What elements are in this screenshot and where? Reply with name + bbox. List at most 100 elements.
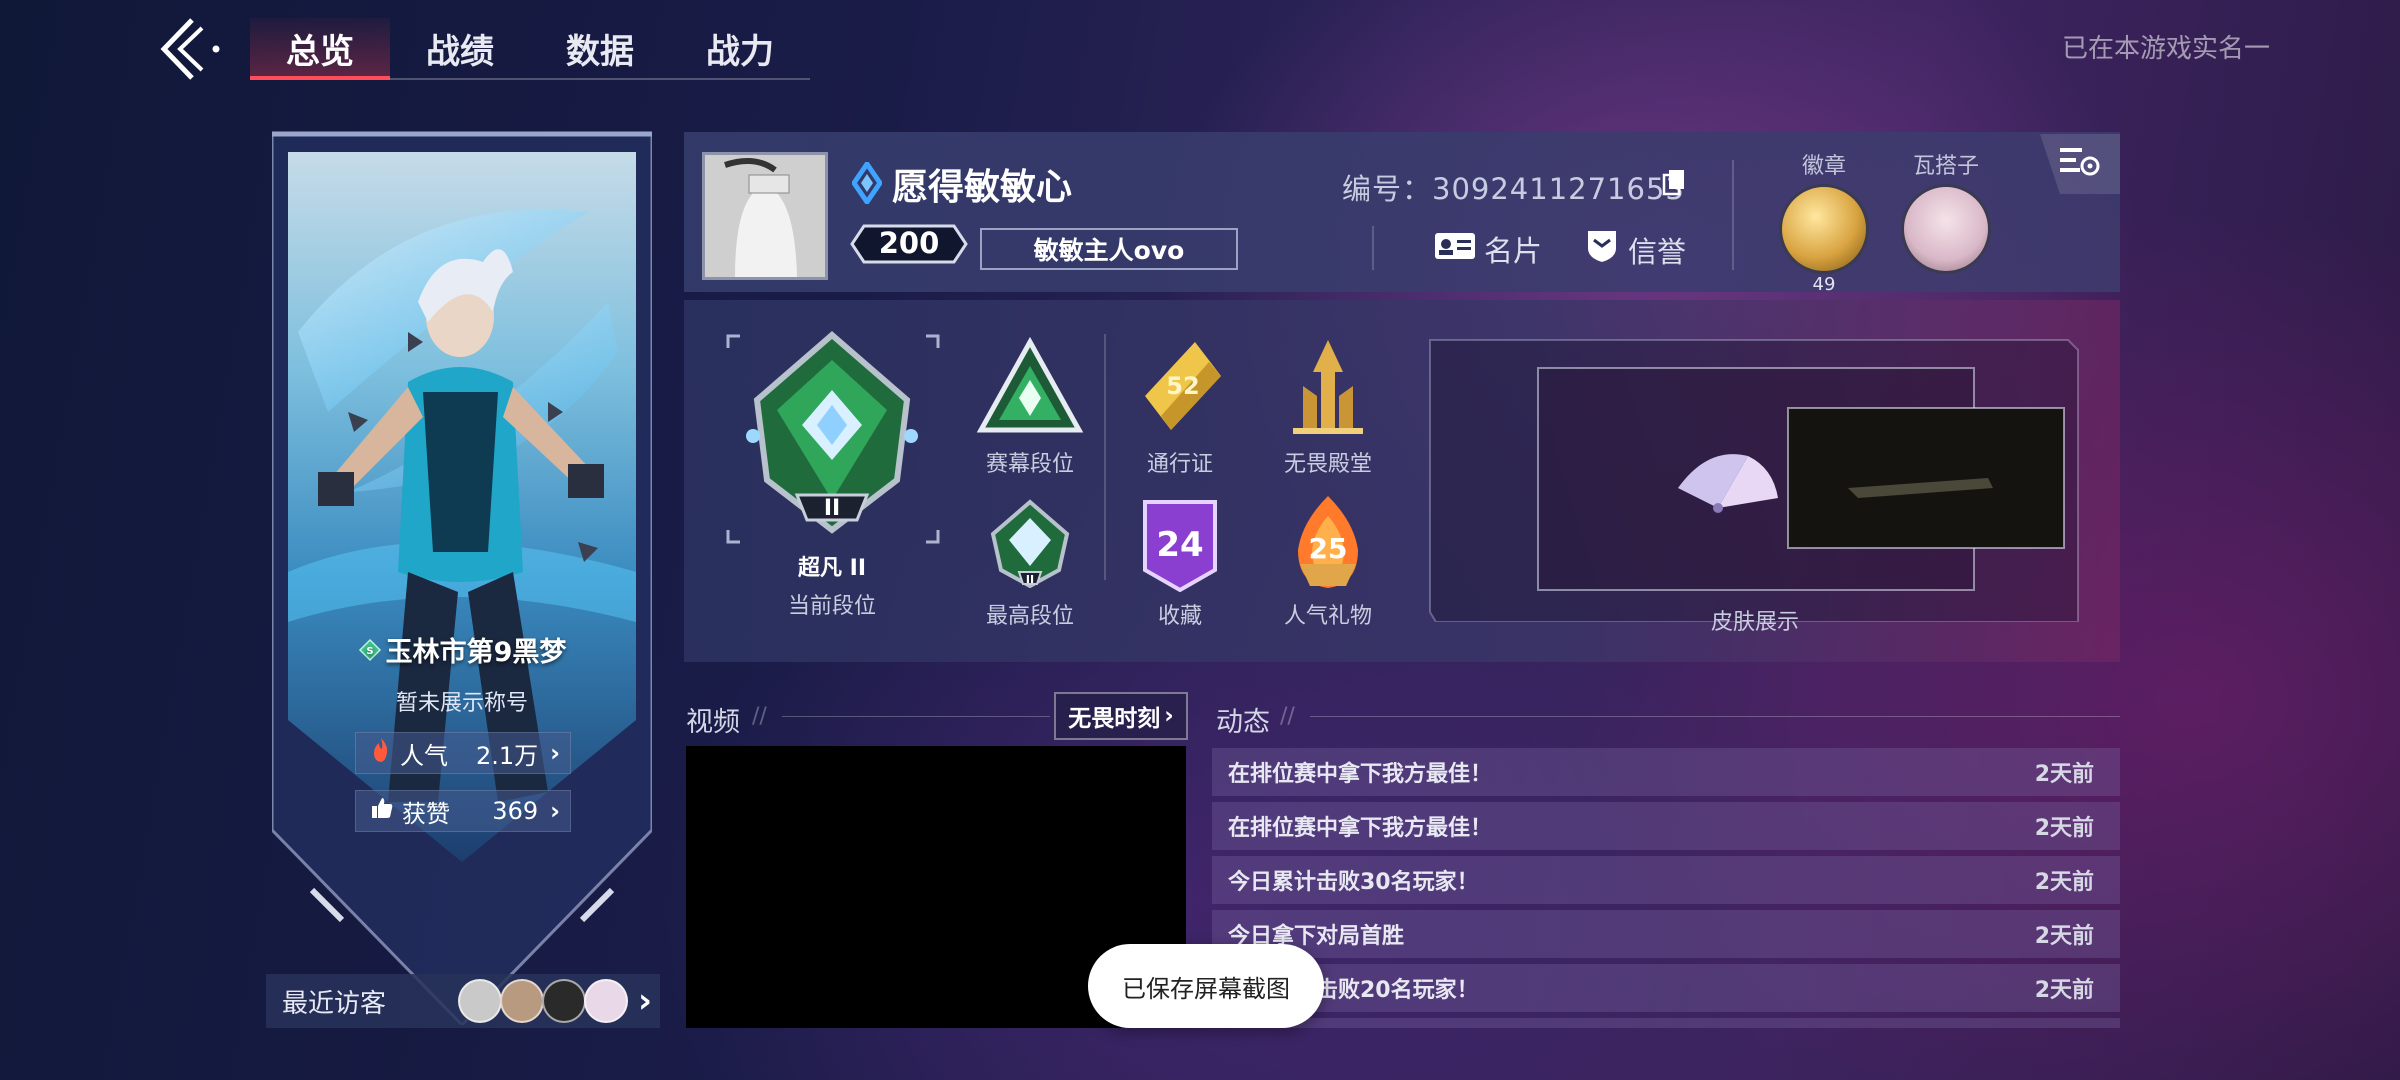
feed-item-text: 今日累计击败30名玩家！	[1228, 870, 1479, 895]
shield-icon	[1584, 228, 1620, 271]
clan-tag[interactable]: 敏敏主人ovo	[980, 228, 1238, 270]
top-tab-bar: 总览 战绩 数据 战力	[250, 18, 810, 80]
tab-data[interactable]: 数据	[530, 18, 670, 78]
rank-numeral: II	[824, 496, 840, 521]
id-card-icon	[1434, 230, 1476, 269]
badge-column: 徽章 49	[1774, 148, 1874, 295]
likes-button[interactable]: 获赞 369 ›	[355, 790, 571, 832]
chevron-right-icon: ›	[550, 739, 560, 767]
divider	[1104, 334, 1106, 580]
gift-number: 25	[1309, 532, 1348, 565]
badge-label: 徽章	[1801, 154, 1846, 179]
skin-showcase[interactable]	[1428, 338, 2080, 623]
feed-section-title: 动态	[1216, 707, 1270, 738]
namecard-button[interactable]: 名片	[1434, 228, 1542, 270]
current-rank-label: 当前段位	[787, 594, 876, 619]
slash-decor: //	[1280, 704, 1295, 729]
collection[interactable]: 24 收藏	[1120, 498, 1240, 630]
ascendant-rank-icon: II	[746, 331, 918, 534]
recent-visitors-bar[interactable]: 最近访客 ›	[266, 974, 660, 1028]
feed-item-time: 2天前	[2034, 924, 2094, 949]
visitor-avatar[interactable]	[499, 979, 544, 1023]
tab-overview[interactable]: 总览	[250, 18, 390, 80]
slash-decor: //	[752, 704, 767, 729]
feed-item[interactable]: 在排位赛中拿下我方最佳！ 2天前	[1212, 802, 2120, 850]
fearless-moments-label: 无畏时刻	[1068, 706, 1161, 732]
player-level: 200	[878, 226, 940, 260]
divider	[1372, 226, 1374, 270]
feed-item[interactable]: 在排位赛中拿下我方最佳！ 2天前	[1212, 748, 2120, 796]
video-section-title: 视频	[686, 707, 740, 738]
visitor-avatar[interactable]	[583, 979, 628, 1023]
chevron-right-icon: ›	[1164, 703, 1174, 729]
current-rank[interactable]: II 超凡 II 当前段位	[724, 330, 940, 620]
fearless-hall[interactable]: 无畏殿堂	[1268, 336, 1388, 478]
partner-column: 瓦搭子	[1896, 148, 1996, 274]
chevron-right-icon: ›	[637, 981, 652, 1021]
popularity-gift-label: 人气礼物	[1283, 604, 1372, 629]
season-rank-icon	[976, 336, 1084, 433]
display-title: 暂未展示称号	[395, 691, 528, 716]
visitor-avatar[interactable]	[541, 979, 586, 1023]
fearless-hall-label: 无畏殿堂	[1283, 452, 1372, 477]
player-name: 愿得敏敏心	[892, 167, 1073, 208]
divider	[1310, 716, 2120, 717]
credit-button[interactable]: 信誉	[1584, 228, 1686, 271]
settings-button[interactable]	[2040, 134, 2120, 194]
fearless-moments-button[interactable]: 无畏时刻 ›	[1054, 692, 1188, 740]
feed-item-text: 在排位赛中拿下我方最佳！	[1228, 816, 1493, 841]
feed-item-partial	[1212, 1018, 2120, 1028]
season-rank[interactable]: 赛幕段位	[970, 336, 1090, 478]
player-avatar[interactable]	[702, 152, 828, 280]
collection-label: 收藏	[1157, 604, 1202, 629]
thumbs-up-icon	[370, 796, 394, 826]
collection-icon: 24	[1143, 500, 1217, 592]
partner-avatar[interactable]	[1901, 184, 1991, 274]
copy-icon[interactable]	[1662, 168, 1686, 196]
player-card-info: S 玉林市第9黑梦 暂未展示称号	[288, 620, 636, 717]
back-button[interactable]	[150, 14, 230, 84]
popularity-value: 2.1万	[475, 741, 539, 770]
gift-flame-icon: 25	[1298, 496, 1358, 588]
popularity-gift[interactable]: 25 人气礼物	[1268, 494, 1388, 630]
badge-count: 49	[1812, 274, 1836, 295]
battle-pass-label: 通行证	[1146, 452, 1213, 477]
feed-item[interactable]: 今日累计击败30名玩家！ 2天前	[1212, 856, 2120, 904]
visitor-avatars: ›	[457, 979, 652, 1023]
popularity-button[interactable]: 人气 2.1万 ›	[355, 732, 571, 774]
level-badge[interactable]: 200	[850, 224, 968, 264]
tab-match-history[interactable]: 战绩	[390, 18, 530, 78]
highest-rank[interactable]: II 最高段位	[970, 498, 1090, 630]
visitor-avatar[interactable]	[457, 979, 502, 1023]
feed-item-time: 2天前	[2034, 762, 2094, 787]
screenshot-saved-toast: 已保存屏幕截图	[1088, 944, 1324, 1028]
feed-item-time: 2天前	[2034, 978, 2094, 1003]
highest-rank-label: 最高段位	[985, 604, 1074, 629]
divider	[782, 716, 1050, 717]
battle-pass[interactable]: 52 通行证	[1120, 336, 1240, 478]
rank-gem-icon: S	[358, 638, 382, 669]
divider	[1732, 160, 1734, 270]
skin-showcase-label: 皮肤展示	[1710, 610, 1799, 635]
feed-item[interactable]: 今日累计击败20名玩家！ 2天前	[1212, 964, 2120, 1012]
highest-rank-icon: II	[990, 499, 1070, 588]
feed-item[interactable]: 今日拿下对局首胜 2天前	[1212, 910, 2120, 958]
realname-notice: 已在本游戏实名一	[2061, 34, 2270, 64]
diamond-rank-icon	[850, 159, 884, 208]
current-rank-name: 超凡 II	[797, 556, 867, 581]
chevron-right-icon: ›	[550, 797, 560, 825]
badge-medal[interactable]	[1779, 184, 1869, 274]
battle-pass-number: 52	[1166, 372, 1199, 400]
namecard-label: 名片	[1484, 234, 1543, 268]
collection-number: 24	[1156, 525, 1203, 565]
partner-label: 瓦搭子	[1912, 154, 1979, 179]
recent-visitors-label: 最近访客	[282, 988, 387, 1019]
season-rank-label: 赛幕段位	[985, 452, 1074, 477]
battle-pass-icon: 52	[1145, 342, 1221, 430]
likes-value: 369	[492, 797, 539, 825]
player-id: 编号：3092411271653	[1342, 172, 1685, 206]
highest-rank-numeral: II	[1026, 573, 1034, 586]
popularity-label: 人气	[400, 741, 448, 770]
tab-combat-power[interactable]: 战力	[670, 18, 810, 78]
likes-label: 获赞	[402, 799, 450, 828]
